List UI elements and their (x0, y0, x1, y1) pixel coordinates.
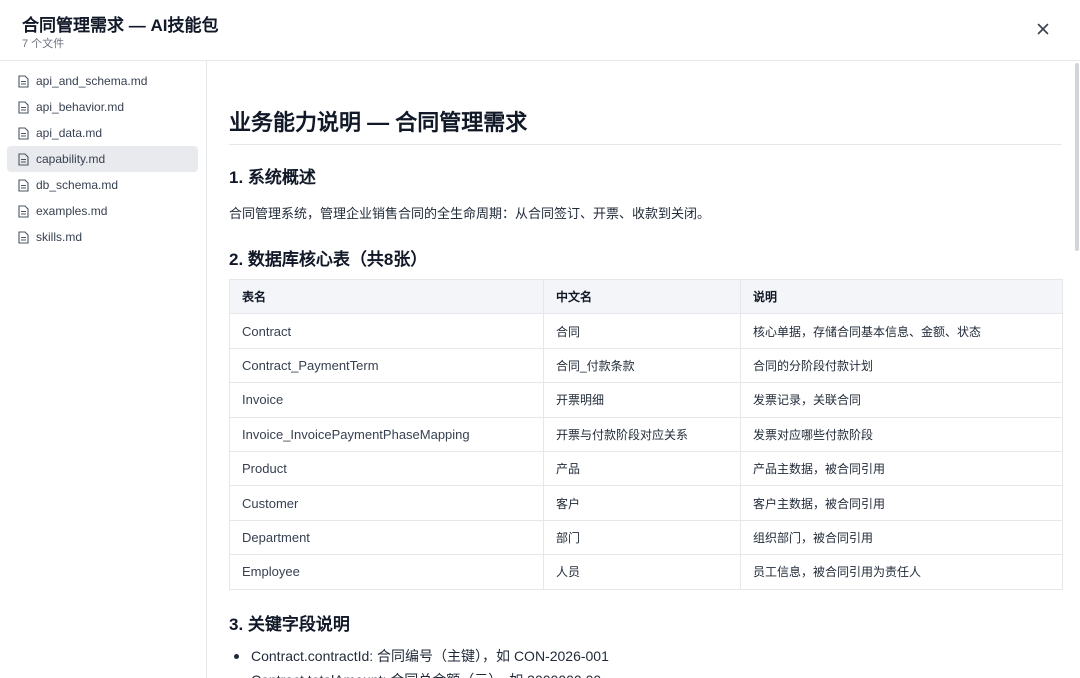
file-icon (18, 126, 29, 140)
table-cell: 发票记录，关联合同 (740, 382, 1063, 418)
dialog-title: 合同管理需求 — AI技能包 (22, 16, 219, 35)
table-cell: 开票明细 (543, 382, 741, 418)
file-icon (18, 74, 29, 88)
document-viewer[interactable]: 业务能力说明 — 合同管理需求 1. 系统概述 合同管理系统，管理企业销售合同的… (208, 61, 1080, 678)
table-cell: Product (229, 450, 544, 487)
table-cell: 合同的分阶段付款计划 (740, 347, 1063, 384)
file-label: api_data.md (36, 126, 103, 140)
core-tables-table: 表名 中文名 说明 Contract 合同 核心单据，存储合同基本信息、金额、状… (229, 278, 1063, 590)
table-row: Invoice 开票明细 发票记录，关联合同 (229, 382, 1063, 418)
table-cell: 人员 (543, 554, 741, 590)
table-row: Product 产品 产品主数据，被合同引用 (229, 450, 1063, 487)
table-cell: Invoice_InvoicePaymentPhaseMapping (229, 416, 544, 452)
skill-pack-dialog: 合同管理需求 — AI技能包 7 个文件 api_and_schema.md a… (0, 0, 1080, 678)
table-cell: 产品主数据，被合同引用 (740, 450, 1063, 487)
file-item-skills[interactable]: skills.md (7, 224, 198, 250)
section-heading-fields: 3. 关键字段说明 (229, 615, 350, 634)
table-cell: Department (229, 519, 544, 556)
table-header-row: 表名 中文名 说明 (229, 278, 1063, 315)
file-list: api_and_schema.md api_behavior.md api_da… (0, 61, 207, 678)
table-cell: 客户 (543, 485, 741, 521)
dialog-header: 合同管理需求 — AI技能包 7 个文件 (0, 0, 1080, 61)
table-cell: 合同_付款条款 (543, 347, 741, 384)
table-row: Contract 合同 核心单据，存储合同基本信息、金额、状态 (229, 313, 1063, 349)
table-cell: 客户主数据，被合同引用 (740, 485, 1063, 521)
close-icon (1037, 23, 1049, 35)
section-heading-tables: 2. 数据库核心表（共8张） (229, 250, 428, 269)
document-title: 业务能力说明 — 合同管理需求 (229, 105, 1062, 145)
table-cell: 组织部门，被合同引用 (740, 519, 1063, 556)
table-cell: Invoice (229, 382, 544, 418)
file-item-capability[interactable]: capability.md (7, 146, 198, 172)
table-cell: 部门 (543, 519, 741, 556)
column-header: 表名 (229, 278, 544, 315)
list-item: Contract.totalAmount: 合同总金额（元），如 3000000… (229, 670, 609, 678)
file-label: db_schema.md (36, 178, 119, 192)
list-item: Contract.contractId: 合同编号（主键），如 CON-2026… (229, 646, 609, 670)
file-item-api-data[interactable]: api_data.md (7, 120, 198, 146)
scrollbar-thumb[interactable] (1075, 63, 1079, 251)
file-item-db-schema[interactable]: db_schema.md (7, 172, 198, 198)
table-row: Department 部门 组织部门，被合同引用 (229, 519, 1063, 556)
table-cell: 开票与付款阶段对应关系 (543, 416, 741, 452)
table-cell: Employee (229, 554, 544, 590)
table-cell: 产品 (543, 450, 741, 487)
file-label: capability.md (36, 152, 106, 166)
table-row: Customer 客户 客户主数据，被合同引用 (229, 485, 1063, 521)
close-button[interactable] (1030, 16, 1056, 42)
table-cell: Contract_PaymentTerm (229, 347, 544, 384)
table-cell: 发票对应哪些付款阶段 (740, 416, 1063, 452)
table-cell: 员工信息，被合同引用为责任人 (740, 554, 1063, 590)
file-item-api-behavior[interactable]: api_behavior.md (7, 94, 198, 120)
table-row: Contract_PaymentTerm 合同_付款条款 合同的分阶段付款计划 (229, 347, 1063, 384)
file-icon (18, 230, 29, 244)
file-label: skills.md (36, 230, 83, 244)
file-count: 7 个文件 (22, 38, 65, 50)
table-cell: Customer (229, 485, 544, 521)
file-item-examples[interactable]: examples.md (7, 198, 198, 224)
file-item-api-and-schema[interactable]: api_and_schema.md (7, 68, 198, 94)
file-label: api_behavior.md (36, 100, 125, 114)
table-cell: Contract (229, 313, 544, 349)
key-fields-list: Contract.contractId: 合同编号（主键），如 CON-2026… (229, 646, 609, 678)
column-header: 中文名 (543, 278, 741, 315)
section-heading-overview: 1. 系统概述 (229, 168, 316, 187)
table-row: Employee 人员 员工信息，被合同引用为责任人 (229, 554, 1063, 590)
table-cell: 合同 (543, 313, 741, 349)
file-icon (18, 178, 29, 192)
file-label: api_and_schema.md (36, 74, 148, 88)
file-icon (18, 100, 29, 114)
overview-text: 合同管理系统，管理企业销售合同的全生命周期：从合同签订、开票、收款到关闭。 (229, 206, 711, 221)
file-label: examples.md (36, 204, 108, 218)
column-header: 说明 (740, 278, 1063, 315)
file-icon (18, 152, 29, 166)
file-icon (18, 204, 29, 218)
table-cell: 核心单据，存储合同基本信息、金额、状态 (740, 313, 1063, 349)
table-row: Invoice_InvoicePaymentPhaseMapping 开票与付款… (229, 416, 1063, 452)
